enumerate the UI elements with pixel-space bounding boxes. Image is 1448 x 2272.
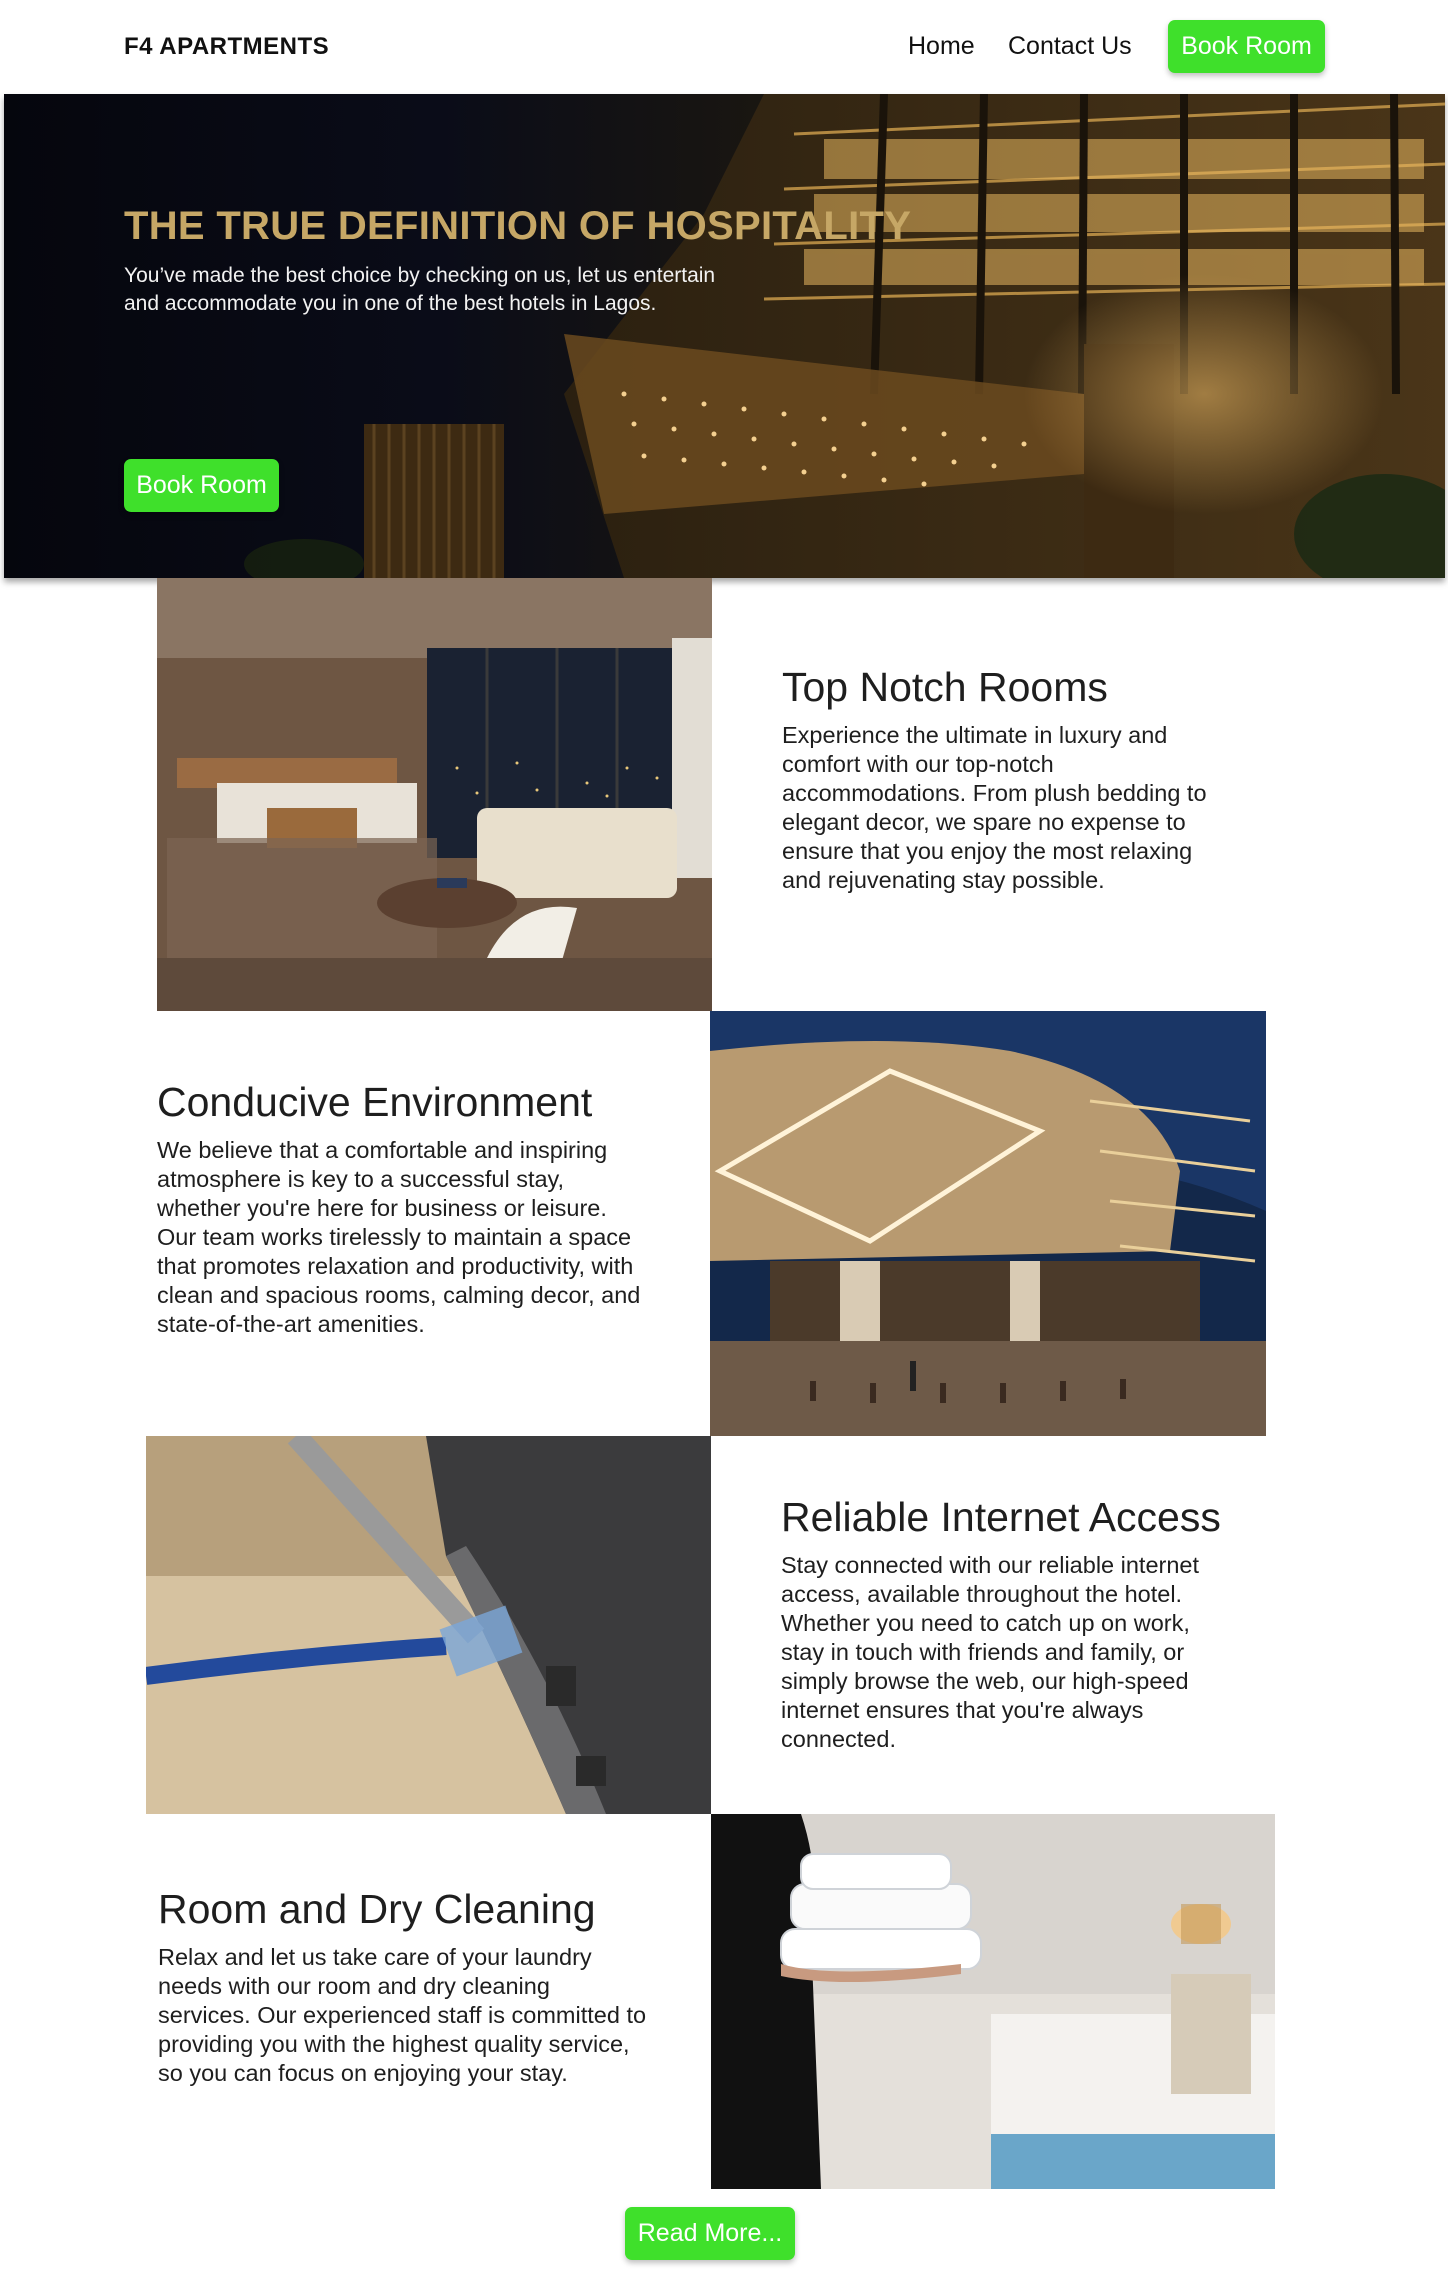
feature-text-internet: Stay connected with our reliable interne…: [781, 1552, 1200, 1752]
feature-text-rooms: Experience the ultimate in luxury and co…: [782, 722, 1207, 893]
nav-home-link[interactable]: Home: [908, 32, 975, 61]
hero-subtitle: You’ve made the best choice by checking …: [124, 264, 716, 315]
hero-banner: THE TRUE DEFINITION OF HOSPITALITY You’v…: [4, 94, 1445, 578]
housekeeping-towels-photo: [711, 1814, 1275, 2189]
read-more-button[interactable]: Read More...: [625, 2207, 795, 2260]
feature-text-cleaning: Relax and let us take care of your laund…: [158, 1944, 647, 2086]
nav-contact-link[interactable]: Contact Us: [1008, 32, 1132, 61]
feature-title-rooms: Top Notch Rooms: [782, 664, 1108, 710]
hero-title: THE TRUE DEFINITION OF HOSPITALITY: [124, 204, 912, 248]
site-header: F4 APARTMENTS Home Contact Us Book Room: [0, 0, 1448, 94]
hotel-room-photo: [157, 578, 712, 1011]
ethernet-cable-photo: [146, 1436, 711, 1814]
nav-book-room-button[interactable]: Book Room: [1168, 20, 1325, 73]
hotel-entrance-photo: [710, 1011, 1266, 1436]
feature-title-cleaning: Room and Dry Cleaning: [158, 1886, 596, 1932]
feature-title-internet: Reliable Internet Access: [781, 1494, 1221, 1540]
hero-book-room-button[interactable]: Book Room: [124, 459, 279, 512]
feature-text-environment: We believe that a comfortable and inspir…: [157, 1137, 641, 1337]
brand-logo[interactable]: F4 APARTMENTS: [124, 33, 329, 61]
feature-title-environment: Conducive Environment: [157, 1079, 593, 1125]
